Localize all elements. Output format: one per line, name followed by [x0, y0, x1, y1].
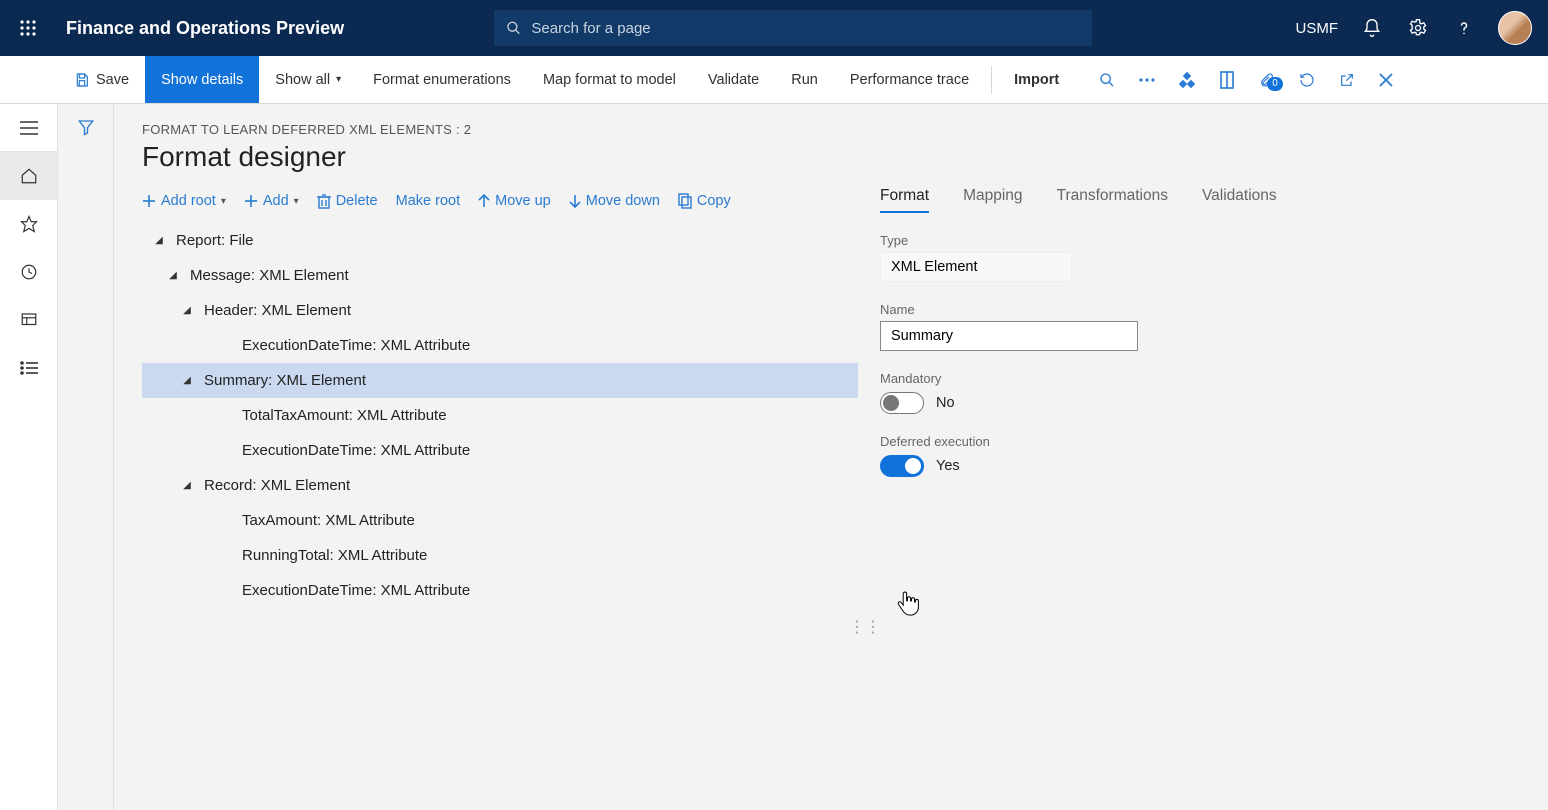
search-icon	[506, 20, 521, 36]
popout-icon[interactable]	[1327, 72, 1367, 88]
move-up-button[interactable]: Move up	[478, 193, 551, 209]
properties-pane: Format Mapping Transformations Validatio…	[872, 187, 1548, 810]
breadcrumb: FORMAT TO LEARN DEFERRED XML ELEMENTS : …	[142, 122, 1548, 137]
tab-format[interactable]: Format	[880, 187, 929, 213]
filter-icon[interactable]	[77, 118, 95, 810]
tree-node[interactable]: ◢ExecutionDateTime: XML Attribute	[142, 573, 858, 608]
attach-icon[interactable]: 0	[1247, 71, 1287, 89]
make-root-button[interactable]: Make root	[396, 193, 460, 209]
format-enumerations-button[interactable]: Format enumerations	[357, 56, 527, 103]
modules-icon[interactable]	[0, 344, 57, 392]
mandatory-value: No	[936, 395, 955, 411]
caret-icon[interactable]: ◢	[166, 270, 180, 281]
star-icon[interactable]	[0, 200, 57, 248]
tree-node-selected[interactable]: ◢Summary: XML Element	[142, 363, 858, 398]
caret-icon[interactable]: ◢	[152, 235, 166, 246]
type-value: XML Element	[880, 252, 1072, 282]
import-button[interactable]: Import	[998, 56, 1075, 103]
tab-transformations[interactable]: Transformations	[1057, 187, 1168, 213]
name-input[interactable]	[880, 321, 1138, 351]
tree-toolbar: Add root▾ Add▾ Delete Make root Move up …	[142, 187, 858, 223]
page-title: Format designer	[142, 141, 1548, 173]
save-label: Save	[96, 72, 129, 88]
tree-node[interactable]: ◢Record: XML Element	[142, 468, 858, 503]
format-tree: ◢Report: File ◢Message: XML Element ◢Hea…	[142, 223, 858, 608]
clock-icon[interactable]	[0, 248, 57, 296]
gear-icon[interactable]	[1406, 16, 1430, 40]
global-header: Finance and Operations Preview USMF	[0, 0, 1548, 56]
chevron-down-icon: ▾	[221, 196, 226, 207]
add-button[interactable]: Add▾	[244, 193, 299, 209]
more-icon[interactable]	[1127, 78, 1167, 82]
map-format-button[interactable]: Map format to model	[527, 56, 692, 103]
attach-badge: 0	[1267, 77, 1283, 91]
mandatory-toggle[interactable]	[880, 392, 924, 414]
global-search[interactable]	[494, 10, 1092, 46]
caret-icon[interactable]: ◢	[180, 375, 194, 386]
name-label: Name	[880, 302, 1548, 317]
run-button[interactable]: Run	[775, 56, 834, 103]
office-icon[interactable]	[1207, 71, 1247, 89]
company-selector[interactable]: USMF	[1296, 20, 1339, 37]
show-all-button[interactable]: Show all▾	[259, 56, 357, 103]
tree-node[interactable]: ◢ExecutionDateTime: XML Attribute	[142, 328, 858, 363]
filter-pane	[58, 104, 114, 810]
tab-validations[interactable]: Validations	[1202, 187, 1277, 213]
delete-button[interactable]: Delete	[317, 193, 378, 209]
add-root-button[interactable]: Add root▾	[142, 193, 226, 209]
deferred-label: Deferred execution	[880, 434, 1548, 449]
close-icon[interactable]	[1367, 73, 1405, 87]
bell-icon[interactable]	[1360, 16, 1384, 40]
copy-button[interactable]: Copy	[678, 193, 731, 209]
diamond-icon[interactable]	[1167, 72, 1207, 88]
performance-trace-button[interactable]: Performance trace	[834, 56, 985, 103]
tree-node[interactable]: ◢Message: XML Element	[142, 258, 858, 293]
caret-icon[interactable]: ◢	[180, 480, 194, 491]
home-icon[interactable]	[0, 152, 57, 200]
refresh-icon[interactable]	[1287, 72, 1327, 88]
deferred-toggle[interactable]	[880, 455, 924, 477]
validate-button[interactable]: Validate	[692, 56, 775, 103]
tree-node[interactable]: ◢TotalTaxAmount: XML Attribute	[142, 398, 858, 433]
tab-mapping[interactable]: Mapping	[963, 187, 1022, 213]
hamburger-icon[interactable]	[0, 104, 57, 152]
save-button[interactable]: Save	[58, 56, 145, 103]
app-title: Finance and Operations Preview	[66, 18, 344, 39]
help-icon[interactable]	[1452, 16, 1476, 40]
type-label: Type	[880, 233, 1548, 248]
tree-node[interactable]: ◢Header: XML Element	[142, 293, 858, 328]
tree-node[interactable]: ◢ExecutionDateTime: XML Attribute	[142, 433, 858, 468]
avatar[interactable]	[1498, 11, 1532, 45]
app-launcher-icon[interactable]	[10, 19, 46, 37]
deferred-value: Yes	[936, 458, 960, 474]
tree-node[interactable]: ◢TaxAmount: XML Attribute	[142, 503, 858, 538]
save-icon	[74, 72, 90, 88]
global-search-input[interactable]	[531, 20, 1080, 37]
tree-node[interactable]: ◢RunningTotal: XML Attribute	[142, 538, 858, 573]
splitter-grip[interactable]: ⋮⋮	[858, 187, 872, 810]
chevron-down-icon: ▾	[336, 74, 341, 85]
main-content: FORMAT TO LEARN DEFERRED XML ELEMENTS : …	[114, 104, 1548, 810]
search-command-icon[interactable]	[1087, 72, 1127, 88]
move-down-button[interactable]: Move down	[569, 193, 660, 209]
command-bar: Save Show details Show all▾ Format enume…	[0, 56, 1548, 104]
chevron-down-icon: ▾	[294, 196, 299, 207]
nav-rail	[0, 104, 58, 810]
caret-icon[interactable]: ◢	[180, 305, 194, 316]
workspace-icon[interactable]	[0, 296, 57, 344]
show-details-button[interactable]: Show details	[145, 56, 259, 103]
mandatory-label: Mandatory	[880, 371, 1548, 386]
properties-tabs: Format Mapping Transformations Validatio…	[880, 187, 1548, 213]
tree-node[interactable]: ◢Report: File	[142, 223, 858, 258]
separator	[991, 66, 992, 94]
tree-pane: Add root▾ Add▾ Delete Make root Move up …	[142, 187, 858, 810]
